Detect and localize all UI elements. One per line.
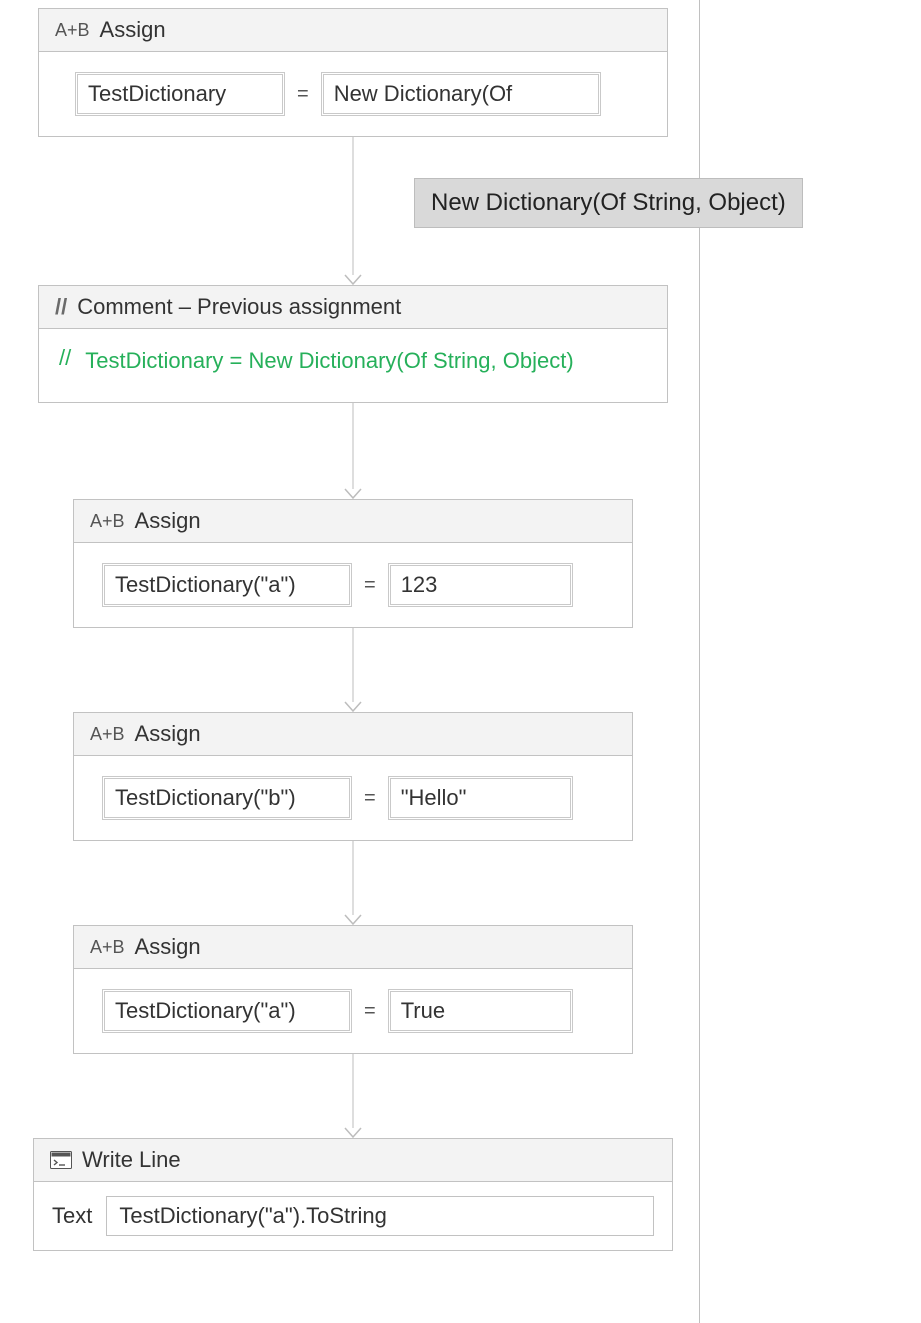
assign-activity-4[interactable]: A+B Assign TestDictionary("a") = True (73, 925, 633, 1054)
activity-body: TestDictionary("a") = 123 (74, 543, 632, 627)
comment-glyph-icon: // (59, 343, 71, 371)
assign-activity-1[interactable]: A+B Assign TestDictionary = New Dictiona… (38, 8, 668, 137)
assign-activity-2[interactable]: A+B Assign TestDictionary("a") = 123 (73, 499, 633, 628)
activity-body: TestDictionary("b") = "Hello" (74, 756, 632, 840)
assign-to-input[interactable]: TestDictionary("a") (102, 563, 352, 607)
activity-header: A+B Assign (74, 500, 632, 543)
activity-header: // Comment – Previous assignment (39, 286, 667, 329)
activity-title: Assign (100, 17, 166, 43)
activity-body: Text TestDictionary("a").ToString (34, 1182, 672, 1250)
assign-to-input[interactable]: TestDictionary("b") (102, 776, 352, 820)
equals-label: = (362, 1000, 378, 1023)
activity-title: Assign (135, 934, 201, 960)
flow-arrow (352, 628, 354, 712)
assign-activity-3[interactable]: A+B Assign TestDictionary("b") = "Hello" (73, 712, 633, 841)
comment-icon: // (55, 294, 67, 320)
assign-icon: A+B (90, 511, 125, 532)
equals-label: = (362, 574, 378, 597)
workflow-canvas[interactable]: A+B Assign TestDictionary = New Dictiona… (0, 0, 921, 1323)
writeline-activity[interactable]: Write Line Text TestDictionary("a").ToSt… (33, 1138, 673, 1251)
activity-title: Write Line (82, 1147, 181, 1173)
activity-header: A+B Assign (39, 9, 667, 52)
activity-header: A+B Assign (74, 926, 632, 969)
activity-body: // TestDictionary = New Dictionary(Of St… (39, 329, 667, 402)
activity-body: TestDictionary("a") = True (74, 969, 632, 1053)
comment-activity[interactable]: // Comment – Previous assignment // Test… (38, 285, 668, 403)
assign-to-input[interactable]: TestDictionary (75, 72, 285, 116)
activity-header: A+B Assign (74, 713, 632, 756)
flow-arrow (352, 403, 354, 499)
activity-title: Assign (135, 721, 201, 747)
flow-arrow (352, 841, 354, 925)
activity-title: Assign (135, 508, 201, 534)
expression-tooltip: New Dictionary(Of String, Object) (414, 178, 803, 228)
text-label: Text (52, 1203, 92, 1229)
assign-icon: A+B (55, 20, 90, 41)
flow-arrow (352, 137, 354, 285)
writeline-text-input[interactable]: TestDictionary("a").ToString (106, 1196, 654, 1236)
assign-to-input[interactable]: TestDictionary("a") (102, 989, 352, 1033)
assign-icon: A+B (90, 724, 125, 745)
activity-body: TestDictionary = New Dictionary(Of (39, 52, 667, 136)
assign-value-input[interactable]: New Dictionary(Of (321, 72, 601, 116)
assign-value-input[interactable]: "Hello" (388, 776, 573, 820)
assign-value-input[interactable]: True (388, 989, 573, 1033)
console-icon (50, 1151, 72, 1169)
flow-arrow (352, 1054, 354, 1138)
activity-title: Comment – Previous assignment (77, 294, 401, 320)
comment-text[interactable]: TestDictionary = New Dictionary(Of Strin… (85, 343, 573, 378)
equals-label: = (362, 787, 378, 810)
activity-header: Write Line (34, 1139, 672, 1182)
equals-label: = (295, 83, 311, 106)
assign-icon: A+B (90, 937, 125, 958)
assign-value-input[interactable]: 123 (388, 563, 573, 607)
